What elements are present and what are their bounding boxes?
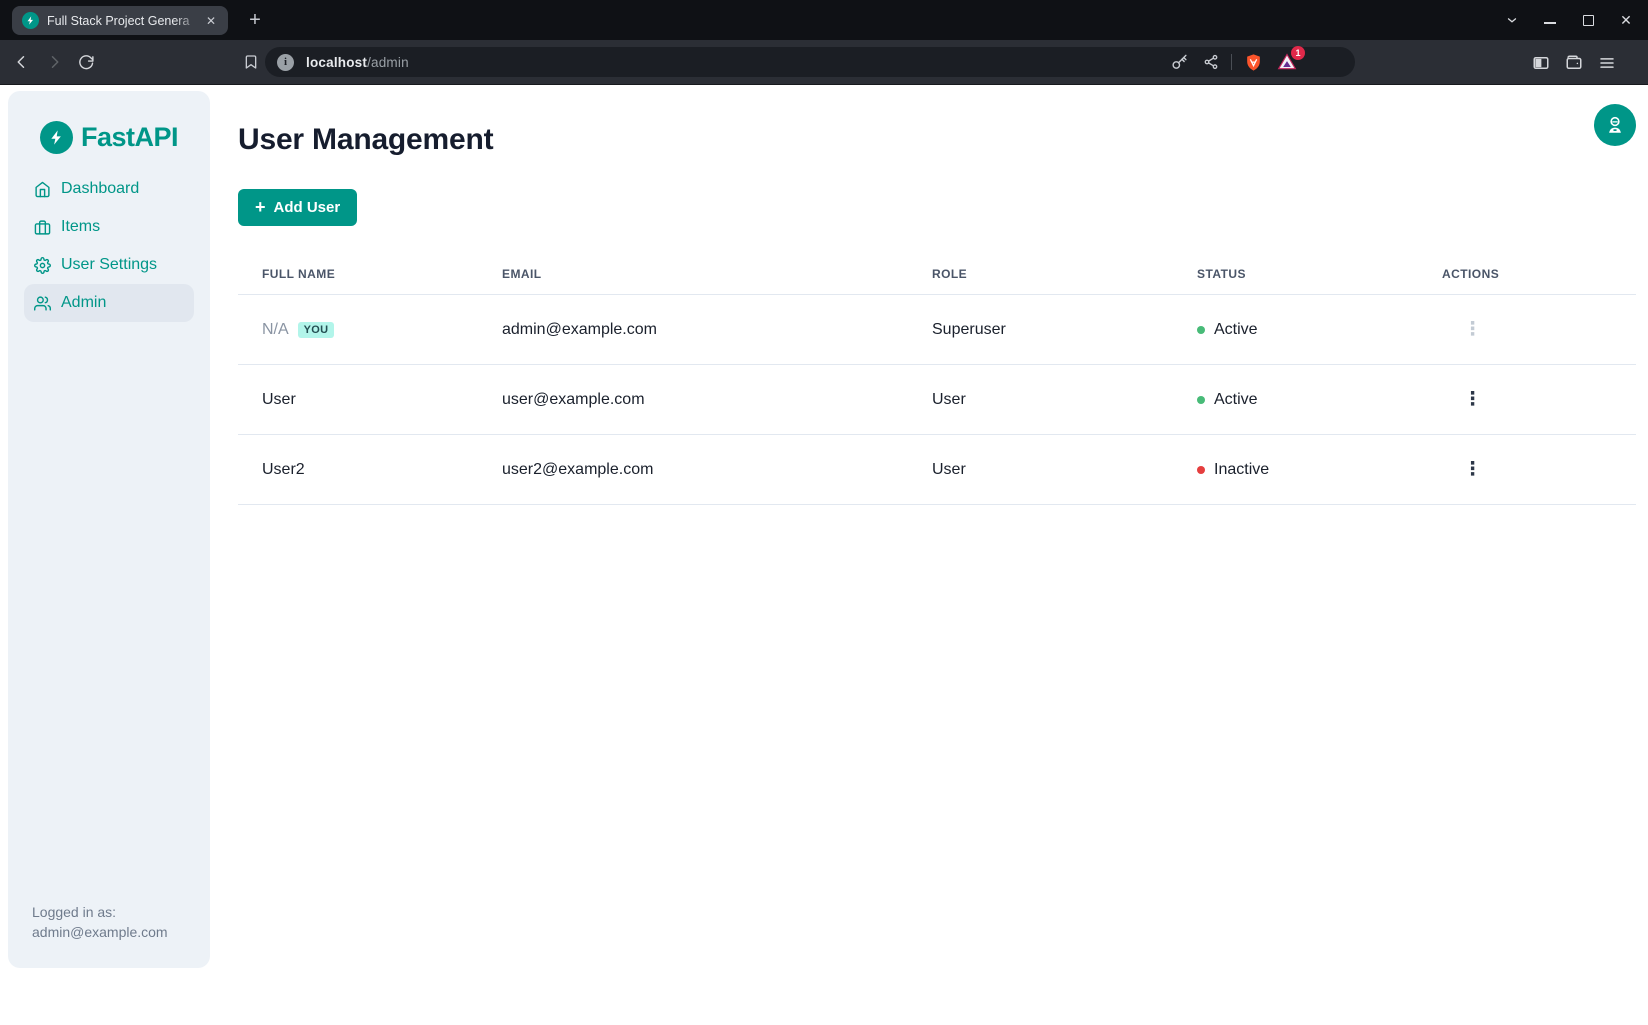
browser-menu-icon[interactable] [1594,50,1620,76]
plus-icon: + [255,197,266,218]
add-user-button[interactable]: + Add User [238,189,357,226]
add-user-label: Add User [274,199,341,216]
fastapi-logo-text: FastAPI [81,122,178,153]
user-menu-button[interactable] [1594,104,1636,146]
password-key-icon[interactable] [1167,50,1191,74]
sidebar-item-label: Items [61,218,100,236]
maximize-icon[interactable] [1580,12,1596,28]
titlebar: Full Stack Project Genera ✕ + ✕ [0,0,1648,40]
user-email: user2@example.com [478,435,908,505]
status-dot-inactive [1197,466,1205,474]
col-status: STATUS [1173,261,1418,295]
sidebar: FastAPI Dashboard Items User Settings [8,91,210,968]
user-role: Superuser [908,295,1173,365]
new-tab-button[interactable]: + [243,8,267,32]
wallet-icon[interactable] [1561,50,1587,76]
site-info-icon[interactable]: i [277,54,294,71]
col-actions: ACTIONS [1418,261,1636,295]
row-actions-kebab-icon[interactable]: ⋮ [1463,390,1482,409]
tab-close-icon[interactable]: ✕ [202,12,220,30]
row-actions-kebab-icon[interactable]: ⋮ [1463,320,1482,339]
sidebar-panel-icon[interactable] [1528,50,1554,76]
brave-rewards-icon[interactable]: 1 [1275,50,1299,74]
status-label: Active [1214,321,1258,339]
page-title: User Management [238,123,493,157]
fastapi-logo: FastAPI [8,121,210,154]
gear-icon [34,257,51,274]
urlbar-divider [1231,54,1232,70]
browser-window: Full Stack Project Genera ✕ + ✕ i lo [0,0,1648,1025]
table-row: N/A YOU admin@example.com Superuser Activ… [238,295,1636,365]
address-bar[interactable]: i localhost/admin 1 [265,47,1355,77]
status-cell: Inactive [1197,461,1394,479]
reload-icon[interactable] [70,46,102,78]
sidebar-item-label: Dashboard [61,180,139,198]
users-icon [34,295,51,312]
user-email: admin@example.com [478,295,908,365]
fastapi-favicon-icon [22,12,39,29]
url-text: localhost/admin [306,55,409,70]
sidebar-item-user-settings[interactable]: User Settings [24,246,194,284]
logged-in-label: Logged in as: [32,902,186,922]
tab-title: Full Stack Project Genera [47,14,202,28]
status-dot-active [1197,396,1205,404]
sidebar-item-dashboard[interactable]: Dashboard [24,170,194,208]
status-cell: Active [1197,321,1394,339]
bookmark-icon[interactable] [236,46,266,78]
user-role: User [908,435,1173,505]
user-full-name: N/A [262,321,289,338]
status-cell: Active [1197,391,1394,409]
fastapi-logo-icon [40,121,73,154]
brave-shield-icon[interactable] [1241,50,1265,74]
sidebar-item-admin[interactable]: Admin [24,284,194,322]
sidebar-item-label: Admin [61,294,106,312]
rewards-notification-badge: 1 [1291,46,1305,60]
app-content: FastAPI Dashboard Items User Settings [0,85,1648,1025]
row-actions-kebab-icon[interactable]: ⋮ [1463,460,1482,479]
back-icon[interactable] [6,46,38,78]
users-table: FULL NAME EMAIL ROLE STATUS ACTIONS N/A Y… [238,261,1636,505]
sidebar-item-items[interactable]: Items [24,208,194,246]
forward-icon[interactable] [38,46,70,78]
you-badge: YOU [298,322,335,338]
browser-toolbar: i localhost/admin 1 [0,40,1648,85]
home-icon [34,181,51,198]
user-email: user@example.com [478,365,908,435]
sidebar-item-label: User Settings [61,256,157,274]
user-full-name: User [238,365,478,435]
status-dot-active [1197,326,1205,334]
logged-in-footer: Logged in as: admin@example.com [8,902,210,968]
logged-in-email: admin@example.com [32,922,186,942]
col-role: ROLE [908,261,1173,295]
user-avatar-icon [1604,114,1626,136]
browser-menu-chevron-icon[interactable] [1504,12,1520,28]
table-row: User user@example.com User Active ⋮ [238,365,1636,435]
window-controls: ✕ [1504,0,1640,40]
minimize-icon[interactable] [1542,12,1558,28]
col-full-name: FULL NAME [238,261,478,295]
status-label: Inactive [1214,461,1269,479]
table-row: User2 user2@example.com User Inactive ⋮ [238,435,1636,505]
status-label: Active [1214,391,1258,409]
user-role: User [908,365,1173,435]
close-window-icon[interactable]: ✕ [1618,12,1634,28]
sidebar-nav: Dashboard Items User Settings Admin [8,170,210,322]
user-full-name: User2 [238,435,478,505]
col-email: EMAIL [478,261,908,295]
browser-tab[interactable]: Full Stack Project Genera ✕ [12,6,228,35]
briefcase-icon [34,219,51,236]
share-icon[interactable] [1199,50,1223,74]
table-header-row: FULL NAME EMAIL ROLE STATUS ACTIONS [238,261,1636,295]
